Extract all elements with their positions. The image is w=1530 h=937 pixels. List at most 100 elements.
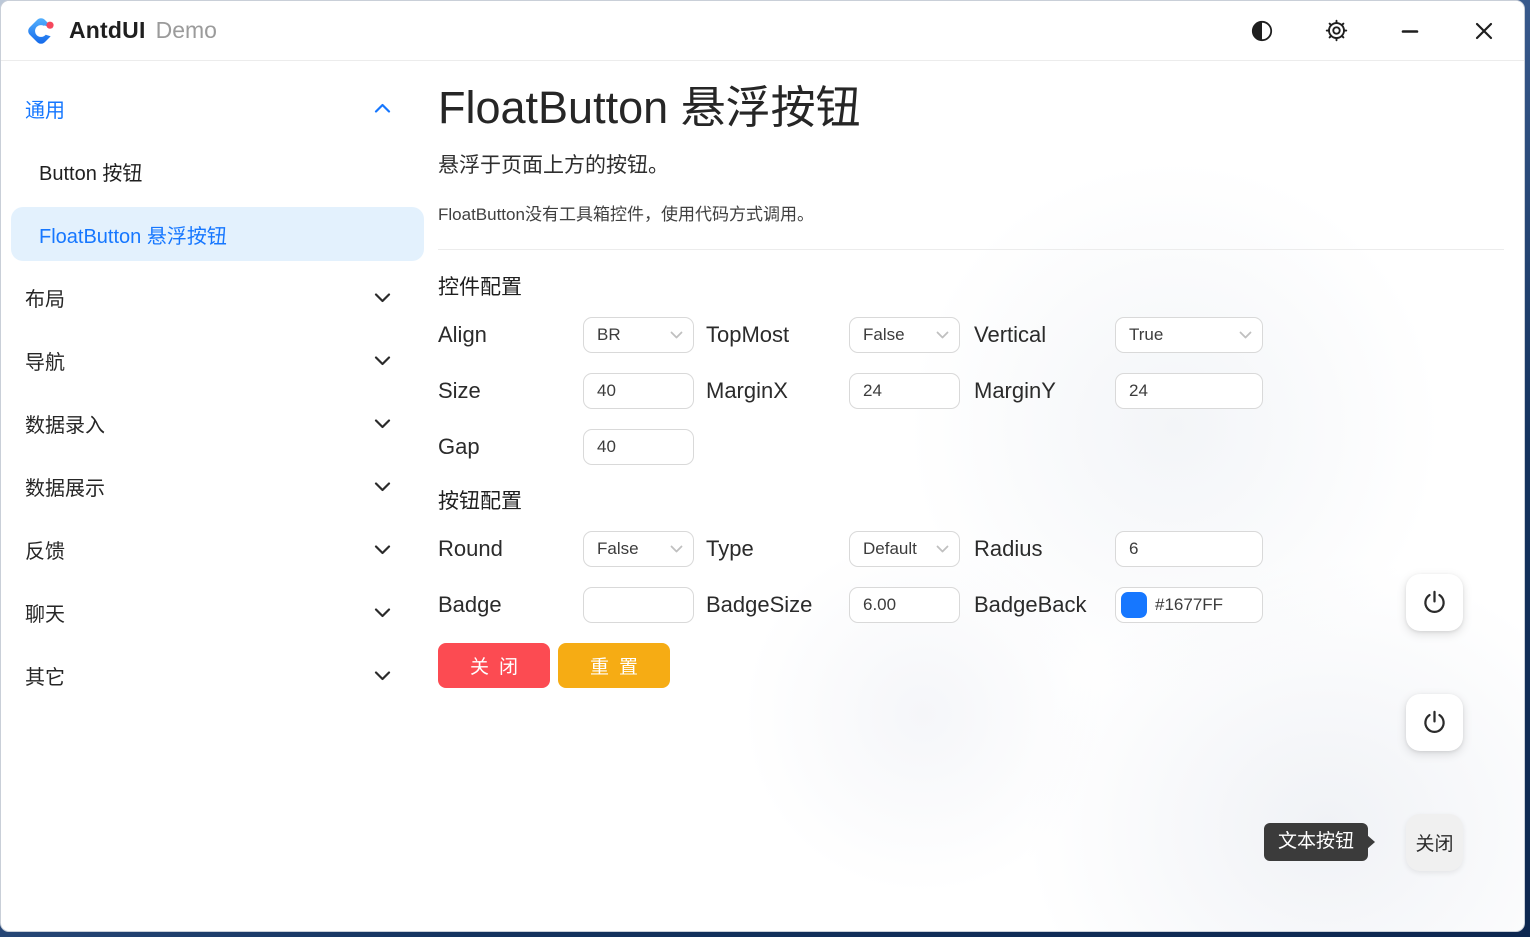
marginx-input[interactable] — [863, 381, 949, 401]
sidebar-group-label: 数据展示 — [25, 472, 374, 501]
sidebar-group-general[interactable]: 通用 — [1, 77, 431, 140]
chevron-down-icon — [670, 545, 683, 553]
chevron-down-icon — [936, 331, 949, 339]
vertical-select[interactable]: True — [1115, 317, 1263, 353]
topmost-select[interactable]: False — [849, 317, 960, 353]
app-logo-icon — [23, 13, 59, 49]
section-title-widget-config: 控件配置 — [438, 271, 1504, 301]
page-subtitle: 悬浮于页面上方的按钮。 — [438, 149, 1504, 179]
badgesize-input[interactable] — [863, 595, 949, 615]
color-swatch[interactable] — [1121, 592, 1147, 618]
sidebar-group-label: 反馈 — [25, 535, 374, 564]
vertical-value: True — [1129, 325, 1163, 345]
topmost-label: TopMost — [694, 322, 849, 348]
float-button-close[interactable]: 关闭 — [1406, 814, 1463, 871]
theme-toggle-button[interactable] — [1238, 11, 1286, 51]
widget-config-form: Align BR TopMost False Vertical True — [438, 317, 1504, 465]
chevron-down-icon — [936, 545, 949, 553]
power-icon — [1421, 709, 1448, 736]
align-label: Align — [438, 322, 583, 348]
sidebar-group-label: 其它 — [25, 661, 374, 690]
sidebar-item-label: Button 按钮 — [39, 157, 391, 186]
badge-label: Badge — [438, 592, 583, 618]
badgeback-field[interactable]: #1677FF — [1115, 587, 1263, 623]
vertical-label: Vertical — [960, 322, 1115, 348]
reset-action-button[interactable]: 重置 — [558, 643, 670, 688]
radius-field — [1115, 531, 1263, 567]
round-select[interactable]: False — [583, 531, 694, 567]
float-button-power-1[interactable] — [1406, 574, 1463, 631]
badgesize-label: BadgeSize — [694, 592, 849, 618]
gear-icon — [1324, 18, 1349, 43]
close-button[interactable] — [1460, 11, 1508, 51]
badgeback-value: #1677FF — [1155, 595, 1223, 615]
sidebar-group-other[interactable]: 其它 — [1, 644, 431, 707]
sidebar-group-label: 通用 — [25, 94, 374, 123]
gap-input[interactable] — [597, 437, 683, 457]
chevron-down-icon — [670, 331, 683, 339]
badge-input[interactable] — [597, 595, 683, 615]
float-button-power-2[interactable] — [1406, 694, 1463, 751]
sidebar-item-floatbutton[interactable]: FloatButton 悬浮按钮 — [11, 207, 424, 261]
main-content: FloatButton 悬浮按钮 悬浮于页面上方的按钮。 FloatButton… — [431, 61, 1524, 932]
app-title: AntdUI — [69, 17, 146, 44]
round-label: Round — [438, 536, 583, 562]
divider — [438, 249, 1504, 250]
sidebar: 通用 Button 按钮 FloatButton 悬浮按钮 布局 导航 — [1, 61, 431, 932]
chevron-down-icon — [1239, 331, 1252, 339]
button-config-form: Round False Type Default Radius — [438, 531, 1504, 688]
minimize-button[interactable] — [1386, 11, 1434, 51]
sidebar-group-layout[interactable]: 布局 — [1, 266, 431, 329]
chevron-down-icon — [374, 292, 391, 303]
sidebar-item-button[interactable]: Button 按钮 — [1, 140, 431, 203]
type-select[interactable]: Default — [849, 531, 960, 567]
size-input[interactable] — [597, 381, 683, 401]
round-value: False — [597, 539, 639, 559]
sidebar-group-navigation[interactable]: 导航 — [1, 329, 431, 392]
marginy-label: MarginY — [960, 378, 1115, 404]
type-value: Default — [863, 539, 917, 559]
chevron-down-icon — [374, 670, 391, 681]
close-action-button[interactable]: 关闭 — [438, 643, 550, 688]
minimize-icon — [1399, 20, 1421, 42]
align-value: BR — [597, 325, 621, 345]
chevron-up-icon — [374, 103, 391, 114]
align-select[interactable]: BR — [583, 317, 694, 353]
sidebar-group-label: 导航 — [25, 346, 374, 375]
gap-label: Gap — [438, 434, 583, 460]
size-field — [583, 373, 694, 409]
marginy-input[interactable] — [1129, 381, 1252, 401]
desktop: { "titlebar": { "brand": "AntdUI", "subt… — [0, 0, 1530, 937]
sidebar-group-data-entry[interactable]: 数据录入 — [1, 392, 431, 455]
sidebar-group-label: 聊天 — [25, 598, 374, 627]
contrast-icon — [1250, 19, 1274, 43]
titlebar: AntdUI Demo — [1, 1, 1524, 61]
marginx-label: MarginX — [694, 378, 849, 404]
size-label: Size — [438, 378, 583, 404]
app-body: 通用 Button 按钮 FloatButton 悬浮按钮 布局 导航 — [1, 61, 1524, 932]
chevron-down-icon — [374, 418, 391, 429]
settings-button[interactable] — [1312, 11, 1360, 51]
float-button-tooltip: 文本按钮 — [1264, 823, 1368, 861]
radius-input[interactable] — [1129, 539, 1252, 559]
chevron-down-icon — [374, 481, 391, 492]
radius-label: Radius — [960, 536, 1115, 562]
close-icon — [1473, 20, 1495, 42]
sidebar-item-label: FloatButton 悬浮按钮 — [39, 220, 424, 249]
gap-field — [583, 429, 694, 465]
form-actions: 关闭 重置 — [438, 643, 1504, 688]
type-label: Type — [694, 536, 849, 562]
badge-field — [583, 587, 694, 623]
badgesize-field — [849, 587, 960, 623]
app-subtitle: Demo — [156, 17, 217, 44]
sidebar-group-label: 数据录入 — [25, 409, 374, 438]
chevron-down-icon — [374, 607, 391, 618]
page-description: FloatButton没有工具箱控件，使用代码方式调用。 — [438, 200, 1504, 225]
badgeback-label: BadgeBack — [960, 592, 1115, 618]
sidebar-group-data-display[interactable]: 数据展示 — [1, 455, 431, 518]
chevron-down-icon — [374, 544, 391, 555]
sidebar-group-feedback[interactable]: 反馈 — [1, 518, 431, 581]
sidebar-group-chat[interactable]: 聊天 — [1, 581, 431, 644]
chevron-down-icon — [374, 355, 391, 366]
power-icon — [1421, 589, 1448, 616]
